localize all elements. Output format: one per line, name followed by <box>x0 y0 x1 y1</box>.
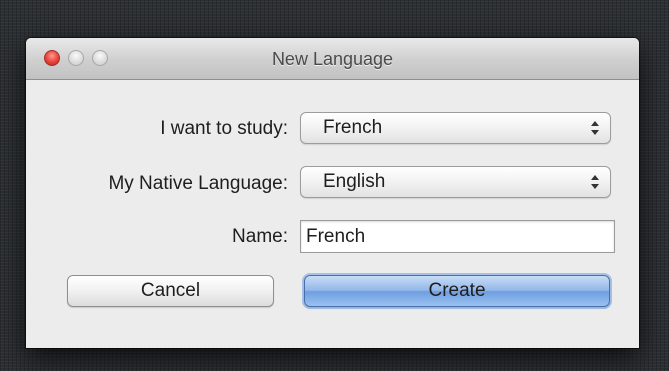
native-language-select[interactable]: English <box>300 166 611 198</box>
create-button[interactable]: Create <box>304 275 610 307</box>
name-input[interactable]: French <box>300 220 615 253</box>
name-input-value: French <box>306 226 366 247</box>
study-language-select[interactable]: French <box>300 112 611 144</box>
study-language-value: French <box>323 117 383 138</box>
name-label: Name: <box>232 226 288 247</box>
close-window-button[interactable] <box>44 50 60 66</box>
title-bar[interactable]: New Language <box>26 38 639 80</box>
up-down-arrows-icon <box>591 175 599 189</box>
native-language-label: My Native Language: <box>108 173 288 194</box>
window-title: New Language <box>271 49 394 69</box>
zoom-window-button[interactable] <box>92 50 108 66</box>
up-down-arrows-icon <box>591 121 599 135</box>
native-language-value: English <box>323 171 386 192</box>
new-language-window: New Language I want to study: French My … <box>26 38 639 348</box>
study-language-label: I want to study: <box>160 118 288 139</box>
minimize-window-button[interactable] <box>68 50 84 66</box>
cancel-button[interactable]: Cancel <box>67 275 274 307</box>
